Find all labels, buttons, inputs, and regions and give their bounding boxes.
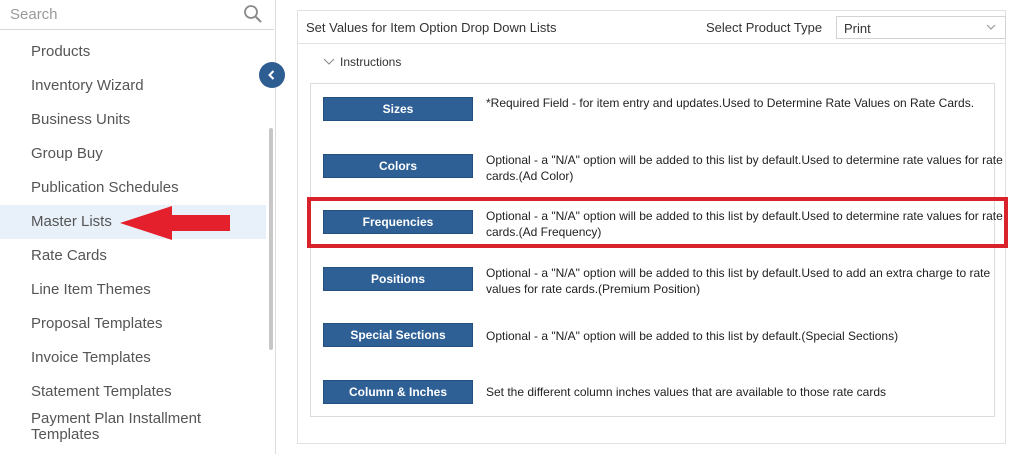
- special-sections-description: Optional - a "N/A" option will be added …: [486, 329, 899, 343]
- search-icon[interactable]: [243, 4, 263, 24]
- frequencies-description: Optional - a "N/A" option will be added …: [486, 209, 1003, 239]
- sidebar-item-line-item-themes[interactable]: Line Item Themes: [0, 273, 266, 307]
- product-type-label: Select Product Type: [706, 20, 823, 35]
- colors-button[interactable]: Colors: [323, 154, 473, 178]
- sidebar-item-group-buy[interactable]: Group Buy: [0, 137, 266, 171]
- search-box: [0, 0, 274, 30]
- chevron-down-icon: [323, 58, 335, 65]
- product-type-value: Print: [844, 21, 871, 36]
- sidebar-collapse-button[interactable]: [259, 62, 285, 88]
- sidebar-scrollbar[interactable]: [269, 128, 273, 350]
- column-inches-description: Set the different column inches values t…: [486, 385, 887, 399]
- sizes-button[interactable]: Sizes: [323, 97, 473, 121]
- frequencies-button[interactable]: Frequencies: [323, 210, 473, 234]
- column-inches-button[interactable]: Column & Inches: [323, 380, 473, 404]
- positions-button[interactable]: Positions: [323, 267, 473, 291]
- option-lists: Sizes *Required Field - for item entry a…: [310, 83, 1003, 417]
- sidebar-item-publication-schedules[interactable]: Publication Schedules: [0, 171, 266, 205]
- panel-header: Set Values for Item Option Drop Down Lis…: [298, 11, 1006, 44]
- sidebar-item-statement-templates[interactable]: Statement Templates: [0, 375, 266, 409]
- positions-description: Optional - a "N/A" option will be added …: [486, 266, 991, 296]
- sidebar-item-payment-plan-installment-templates[interactable]: Payment Plan Installment Templates: [0, 409, 230, 443]
- sizes-description: *Required Field - for item entry and upd…: [486, 96, 975, 110]
- main-content: Set Values for Item Option Drop Down Lis…: [276, 0, 1015, 454]
- master-lists-panel: Set Values for Item Option Drop Down Lis…: [297, 10, 1006, 444]
- sidebar-item-products[interactable]: Products: [0, 35, 266, 69]
- sidebar-item-inventory-wizard[interactable]: Inventory Wizard: [0, 69, 266, 103]
- colors-description: Optional - a "N/A" option will be added …: [486, 153, 1003, 183]
- sidebar-item-invoice-templates[interactable]: Invoice Templates: [0, 341, 266, 375]
- sidebar-item-business-units[interactable]: Business Units: [0, 103, 266, 137]
- sidebar-item-proposal-templates[interactable]: Proposal Templates: [0, 307, 266, 341]
- chevron-down-icon: [986, 24, 996, 30]
- product-type-select[interactable]: Print: [836, 16, 1006, 39]
- chevron-left-icon: [268, 70, 275, 80]
- instructions-label: Instructions: [340, 55, 402, 69]
- page-title: Set Values for Item Option Drop Down Lis…: [306, 20, 557, 35]
- sidebar-item-rate-cards[interactable]: Rate Cards: [0, 239, 266, 273]
- red-arrow-annotation: [120, 206, 230, 240]
- special-sections-button[interactable]: Special Sections: [323, 323, 473, 347]
- search-input[interactable]: [0, 0, 236, 29]
